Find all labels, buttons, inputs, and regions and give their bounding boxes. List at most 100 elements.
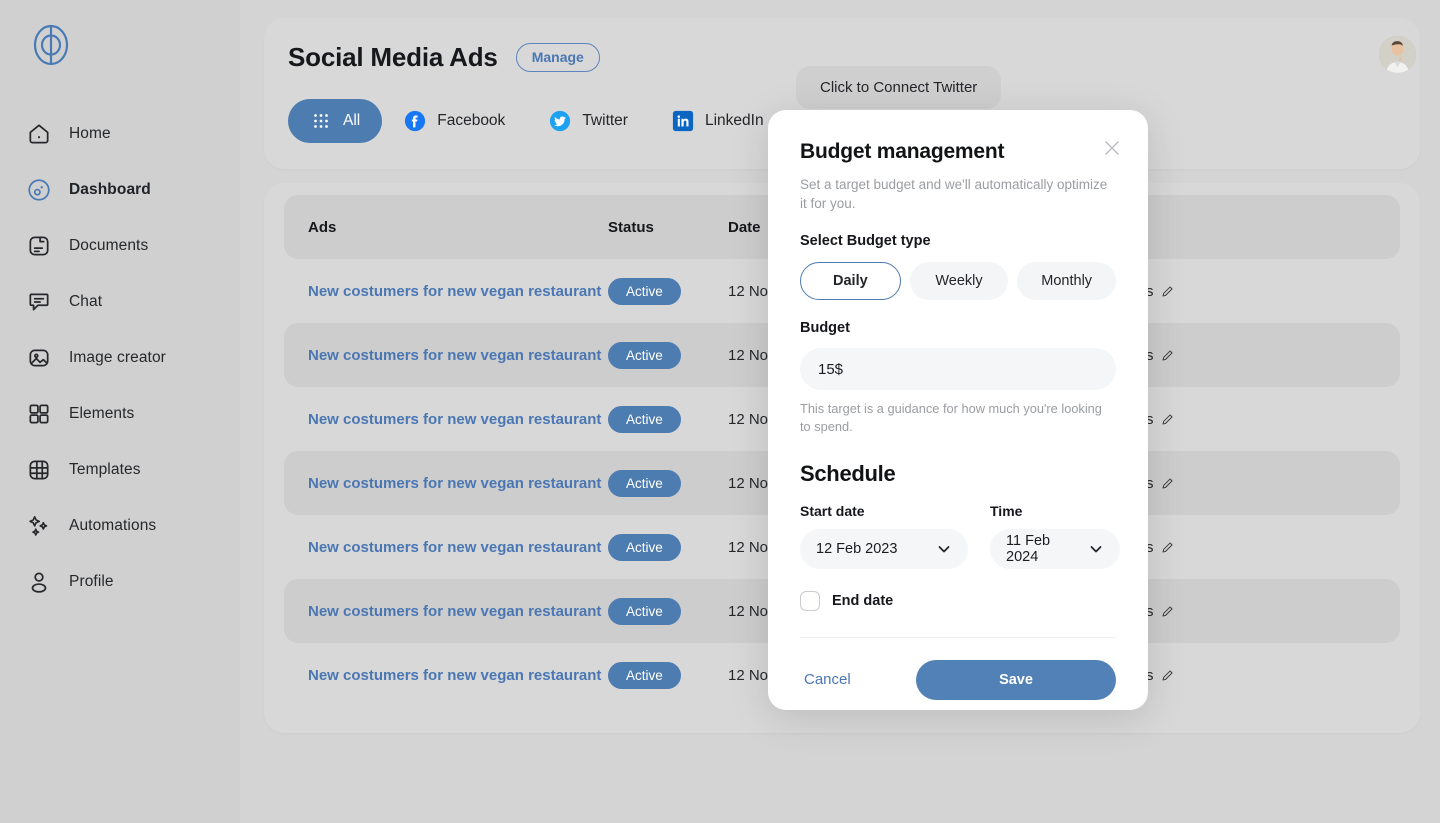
sidebar-item-automations[interactable]: Automations [0, 498, 240, 554]
sidebar-item-label: Automations [69, 517, 156, 535]
app-logo-icon [30, 24, 72, 66]
sidebar-nav: Home Dashboard Documents [0, 106, 240, 610]
sidebar-item-label: Elements [69, 405, 134, 423]
elements-icon [26, 401, 52, 427]
time-select[interactable]: 11 Feb 2024 [990, 529, 1120, 569]
status-badge: Active [608, 662, 681, 689]
schedule-fields: Start date 12 Feb 2023 Time 11 Feb 2024 [800, 503, 1116, 569]
end-date-label: End date [832, 593, 893, 609]
sidebar-item-label: Documents [69, 237, 148, 255]
time-field: Time 11 Feb 2024 [990, 503, 1120, 569]
sidebar-item-label: Chat [69, 293, 102, 311]
start-date-value: 12 Feb 2023 [816, 541, 897, 557]
image-icon [26, 345, 52, 371]
status-badge: Active [608, 534, 681, 561]
ad-name-link[interactable]: New costumers for new vegan restaurant [308, 539, 601, 556]
edit-pencil-icon[interactable] [1161, 477, 1174, 490]
edit-pencil-icon[interactable] [1161, 605, 1174, 618]
logo-wrap[interactable] [0, 18, 240, 84]
tab-label: Twitter [582, 112, 628, 130]
start-date-select[interactable]: 12 Feb 2023 [800, 529, 968, 569]
templates-icon [26, 457, 52, 483]
budget-type-label: Select Budget type [800, 233, 1116, 249]
budget-hint: This target is a guidance for how much y… [800, 400, 1116, 436]
sidebar-item-label: Dashboard [69, 181, 151, 199]
budget-input[interactable]: 15$ [800, 348, 1116, 390]
budget-management-modal: Budget management Set a target budget an… [768, 110, 1148, 710]
edit-pencil-icon[interactable] [1161, 669, 1174, 682]
end-date-row: End date [800, 591, 1116, 611]
edit-pencil-icon[interactable] [1161, 285, 1174, 298]
tab-twitter[interactable]: Twitter [527, 99, 650, 143]
linkedin-icon [672, 110, 694, 132]
end-date-checkbox[interactable] [800, 591, 820, 611]
ad-name-link[interactable]: New costumers for new vegan restaurant [308, 347, 601, 364]
sidebar-item-dashboard[interactable]: Dashboard [0, 162, 240, 218]
home-icon [26, 121, 52, 147]
status-badge: Active [608, 406, 681, 433]
status-badge: Active [608, 342, 681, 369]
tab-label: Facebook [437, 112, 505, 130]
sidebar: Home Dashboard Documents [0, 0, 240, 823]
sidebar-item-label: Templates [69, 461, 141, 479]
tab-label: LinkedIn [705, 112, 764, 130]
dashboard-icon [26, 177, 52, 203]
facebook-icon [404, 110, 426, 132]
modal-divider [800, 637, 1116, 638]
status-badge: Active [608, 278, 681, 305]
column-header-status: Status [608, 219, 728, 236]
ad-name-link[interactable]: New costumers for new vegan restaurant [308, 283, 601, 300]
sparkles-icon [26, 513, 52, 539]
sidebar-item-label: Profile [69, 573, 114, 591]
tab-linkedin[interactable]: LinkedIn [650, 99, 786, 143]
status-badge: Active [608, 598, 681, 625]
app-root: Home Dashboard Documents [0, 0, 1440, 823]
start-date-label: Start date [800, 503, 968, 519]
sidebar-item-home[interactable]: Home [0, 106, 240, 162]
modal-subtitle: Set a target budget and we'll automatica… [800, 176, 1110, 213]
twitter-icon [549, 110, 571, 132]
edit-pencil-icon[interactable] [1161, 541, 1174, 554]
time-label: Time [990, 503, 1120, 519]
ad-name-link[interactable]: New costumers for new vegan restaurant [308, 603, 601, 620]
page-title: Social Media Ads [288, 42, 498, 73]
edit-pencil-icon[interactable] [1161, 413, 1174, 426]
sidebar-item-templates[interactable]: Templates [0, 442, 240, 498]
sidebar-item-label: Image creator [69, 349, 166, 367]
tab-facebook[interactable]: Facebook [382, 99, 527, 143]
main-content: Social Media Ads Manage All [240, 0, 1440, 823]
save-button[interactable]: Save [916, 660, 1116, 700]
modal-title: Budget management [800, 140, 1116, 164]
sidebar-item-elements[interactable]: Elements [0, 386, 240, 442]
ad-name-link[interactable]: New costumers for new vegan restaurant [308, 411, 601, 428]
user-avatar[interactable] [1379, 36, 1416, 73]
sidebar-item-image-creator[interactable]: Image creator [0, 330, 240, 386]
column-header-ads: Ads [308, 219, 608, 236]
budget-type-weekly[interactable]: Weekly [910, 262, 1009, 300]
close-icon[interactable] [1102, 138, 1122, 158]
ad-name-link[interactable]: New costumers for new vegan restaurant [308, 475, 601, 492]
chevron-down-icon [936, 541, 952, 557]
tab-all[interactable]: All [288, 99, 382, 143]
budget-type-monthly[interactable]: Monthly [1017, 262, 1116, 300]
connect-twitter-tooltip[interactable]: Click to Connect Twitter [796, 66, 1001, 109]
ad-name-link[interactable]: New costumers for new vegan restaurant [308, 667, 601, 684]
grid-icon [310, 110, 332, 132]
sidebar-item-documents[interactable]: Documents [0, 218, 240, 274]
chevron-down-icon [1088, 541, 1104, 557]
start-date-field: Start date 12 Feb 2023 [800, 503, 968, 569]
sidebar-item-profile[interactable]: Profile [0, 554, 240, 610]
edit-pencil-icon[interactable] [1161, 349, 1174, 362]
person-icon [26, 569, 52, 595]
budget-type-segmented-control: Daily Weekly Monthly [800, 262, 1116, 300]
status-badge: Active [608, 470, 681, 497]
budget-type-daily[interactable]: Daily [800, 262, 901, 300]
manage-button[interactable]: Manage [516, 43, 600, 72]
modal-actions: Cancel Save [800, 660, 1116, 700]
sidebar-item-chat[interactable]: Chat [0, 274, 240, 330]
sidebar-item-label: Home [69, 125, 111, 143]
budget-label: Budget [800, 320, 1116, 336]
tab-label: All [343, 112, 360, 130]
cancel-button[interactable]: Cancel [800, 663, 855, 696]
avatar-image [1379, 36, 1416, 73]
